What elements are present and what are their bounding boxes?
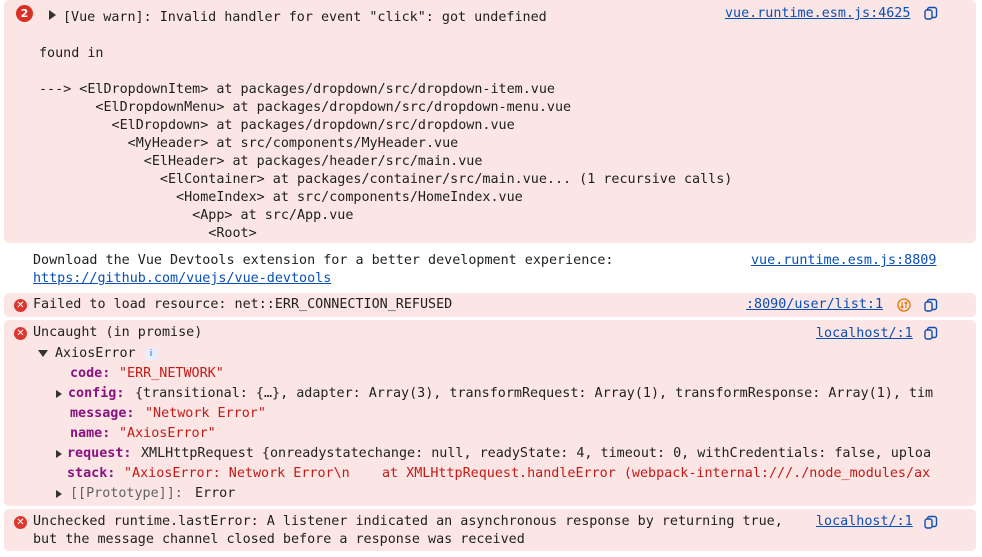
network-icon[interactable] (897, 298, 911, 312)
error-icon: ✕ (14, 299, 27, 312)
count-badge: 2 (16, 5, 33, 22)
object-name[interactable]: AxiosError (55, 345, 136, 363)
prop-key: name: (70, 426, 111, 441)
expand-triangle-icon[interactable] (56, 490, 62, 498)
prop-value: "Network Error" (145, 406, 266, 421)
source-link[interactable]: vue.runtime.esm.js:4625 (725, 5, 910, 23)
source-link[interactable]: localhost/:1 (816, 513, 913, 531)
expand-triangle-icon[interactable] (38, 350, 48, 357)
trace-line: <ElContainer> at packages/container/src/… (39, 172, 733, 187)
error-message: Uncaught (in promise) (33, 325, 203, 340)
prop-value: {transitional: {…}, adapter: Array(3), t… (135, 386, 934, 401)
trace-line: <ElHeader> at packages/header/src/main.v… (39, 154, 483, 169)
console-entry-failed-load: ✕ Failed to load resource: net::ERR_CONN… (4, 293, 976, 317)
warn-message[interactable]: [Vue warn]: Invalid handler for event "c… (63, 9, 547, 27)
info-icon[interactable]: i (145, 348, 157, 360)
error-message-line1: Unchecked runtime.lastError: A listener … (33, 514, 783, 529)
source-link[interactable]: :8090/user/list:1 (746, 296, 883, 314)
copy-icon[interactable] (924, 515, 938, 529)
prop-key: message: (70, 406, 135, 421)
trace-line: <ElDropdownMenu> at packages/dropdown/sr… (39, 100, 572, 115)
prop-key[interactable]: config: (68, 385, 124, 403)
prop-key[interactable]: [[Prototype]]: (70, 485, 183, 503)
prop-key[interactable]: request: (67, 445, 132, 463)
found-in-label: found in (39, 46, 104, 61)
console-entry-devtools: Download the Vue Devtools extension for … (4, 246, 976, 290)
prop-value: "AxiosError" (119, 426, 216, 441)
trace-line: <App> at src/App.vue (39, 208, 354, 223)
trace-line: <MyHeader> at src/components/MyHeader.vu… (39, 136, 459, 151)
copy-icon[interactable] (924, 326, 938, 340)
console-entry-uncaught: ✕ Uncaught (in promise) localhost/:1 Axi… (4, 320, 976, 506)
source-link[interactable]: localhost/:1 (816, 325, 913, 343)
expand-triangle-icon[interactable] (56, 450, 62, 458)
prop-value: "AxiosError: Network Error\n at XMLHttpR… (124, 466, 931, 481)
error-icon: ✕ (14, 327, 27, 340)
prop-key: stack: (67, 466, 116, 481)
prop-key: code: (70, 366, 111, 381)
trace-line: <HomeIndex> at src/components/HomeIndex.… (39, 190, 523, 205)
prop-value: "ERR_NETWORK" (119, 366, 224, 381)
trace-line: <ElDropdown> at packages/dropdown/src/dr… (39, 118, 515, 133)
source-link[interactable]: vue.runtime.esm.js:8809 (751, 252, 936, 270)
devtools-message: Download the Vue Devtools extension for … (33, 253, 614, 268)
error-icon: ✕ (14, 516, 27, 529)
copy-icon[interactable] (924, 6, 938, 20)
prop-value: Error (195, 486, 236, 501)
trace-line: <Root> (39, 226, 257, 241)
devtools-url-link[interactable]: https://github.com/vuejs/vue-devtools (33, 270, 331, 288)
trace-line: ---> <ElDropdownItem> at packages/dropdo… (39, 82, 555, 97)
console-entry-vue-warn: 2 [Vue warn]: Invalid handler for event … (4, 0, 976, 243)
copy-icon[interactable] (924, 298, 938, 312)
error-message-line2: but the message channel closed before a … (33, 532, 525, 547)
error-message: Failed to load resource: net::ERR_CONNEC… (33, 297, 453, 312)
expand-triangle-icon[interactable] (49, 10, 56, 20)
console-entry-unchecked: ✕ Unchecked runtime.lastError: A listene… (4, 509, 976, 551)
prop-value: XMLHttpRequest {onreadystatechange: null… (141, 446, 932, 461)
expand-triangle-icon[interactable] (56, 390, 62, 398)
